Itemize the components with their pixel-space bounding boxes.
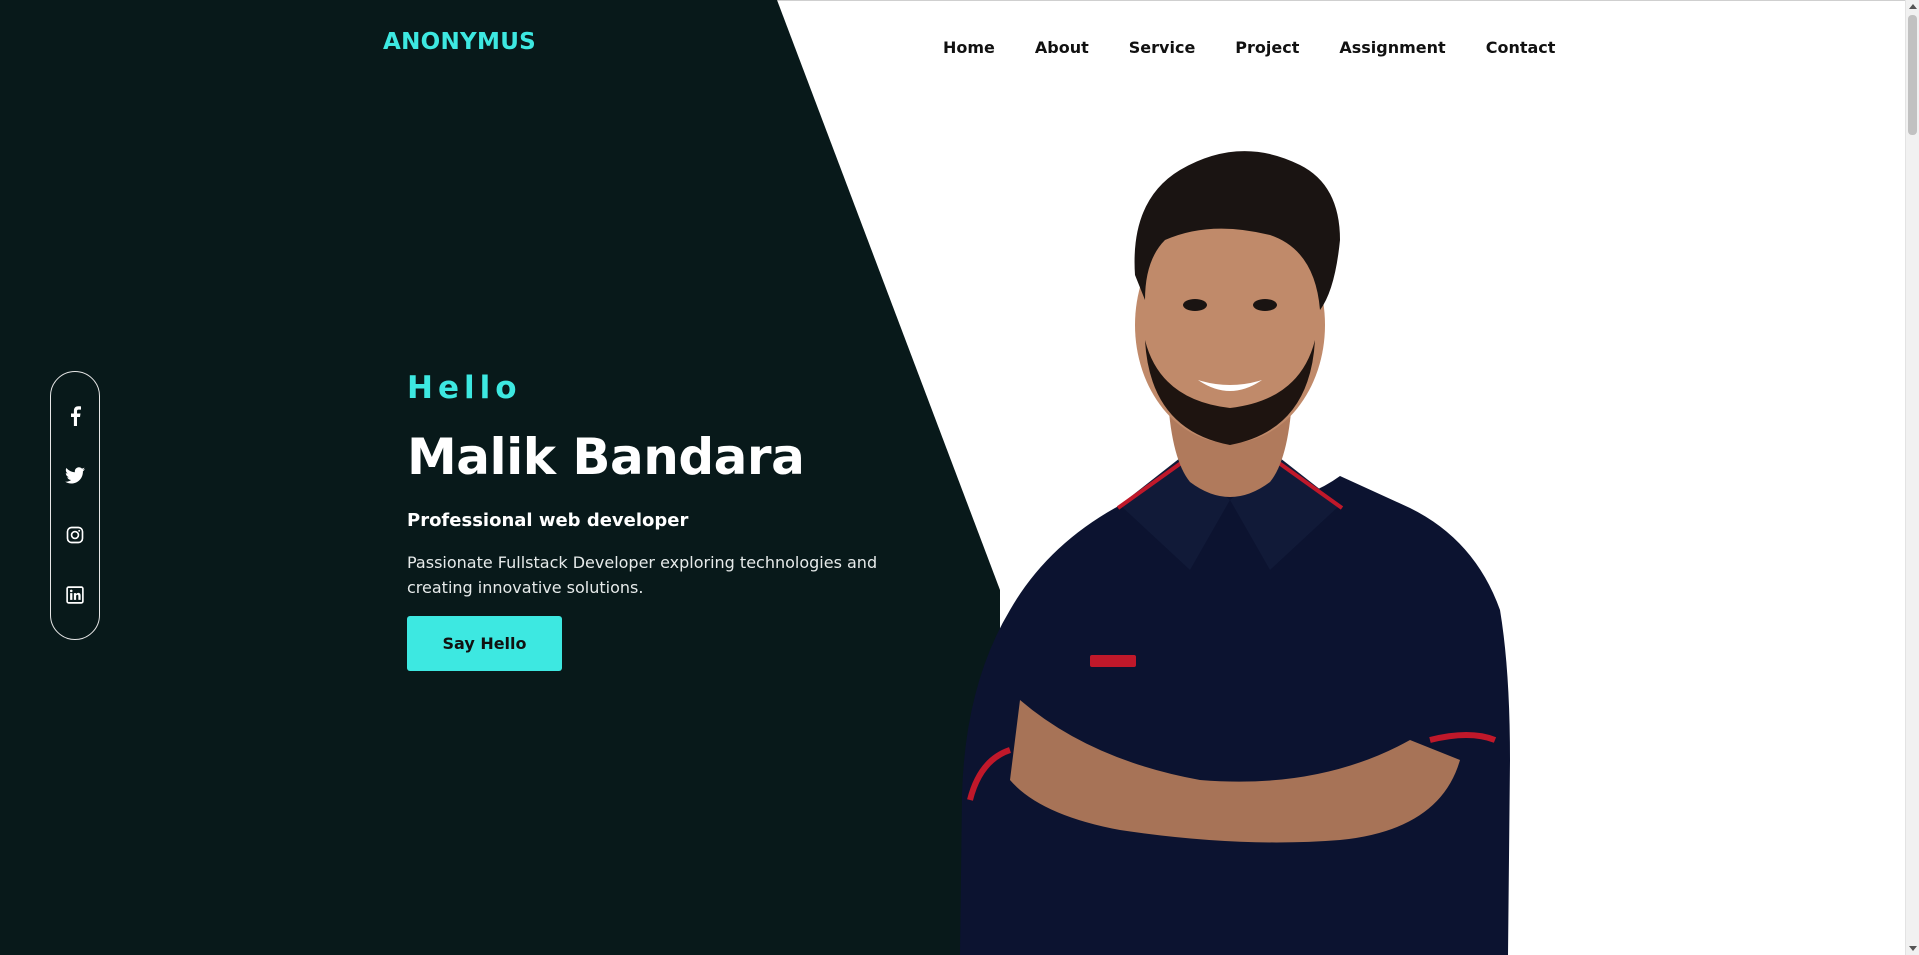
hero-section: Hello Malik Bandara Professional web dev…: [407, 370, 927, 671]
linkedin-icon[interactable]: [64, 584, 86, 606]
linkedin-icon-glyph: [66, 586, 84, 604]
instagram-icon[interactable]: [64, 524, 86, 546]
brand-logo[interactable]: ANONYMUS: [383, 29, 536, 55]
twitter-icon-glyph: [65, 467, 85, 484]
instagram-icon-glyph: [66, 527, 84, 544]
scroll-thumb[interactable]: [1908, 15, 1917, 135]
nav-about[interactable]: About: [1035, 38, 1089, 57]
scroll-down-arrow-icon[interactable]: [1909, 946, 1917, 951]
twitter-icon[interactable]: [64, 465, 86, 487]
hero-name: Malik Bandara: [407, 428, 805, 486]
hero-description: Passionate Fullstack Developer exploring…: [407, 553, 878, 597]
nav-contact[interactable]: Contact: [1486, 38, 1556, 57]
shirt-shape: [960, 476, 1510, 955]
nav-home[interactable]: Home: [943, 38, 995, 57]
social-links: [50, 371, 100, 640]
facebook-icon-glyph: [71, 406, 81, 426]
vertical-scrollbar[interactable]: [1905, 0, 1919, 955]
facebook-icon[interactable]: [64, 405, 86, 427]
hero-greeting: Hello: [407, 370, 522, 406]
nav-service[interactable]: Service: [1129, 38, 1196, 57]
left-eye: [1183, 299, 1207, 311]
main-nav: Home About Service Project Assignment Co…: [943, 38, 1595, 57]
nav-assignment[interactable]: Assignment: [1339, 38, 1445, 57]
say-hello-button[interactable]: Say Hello: [407, 616, 562, 671]
profile-photo: [960, 151, 1510, 955]
page: ANONYMUS Home About Service Project Assi…: [0, 0, 1919, 955]
scroll-up-arrow-icon[interactable]: [1909, 4, 1917, 9]
hero-role: Professional web developer: [407, 510, 689, 531]
right-eye: [1253, 299, 1277, 311]
shirt-logo-mark: [1090, 655, 1136, 667]
nav-project[interactable]: Project: [1235, 38, 1299, 57]
